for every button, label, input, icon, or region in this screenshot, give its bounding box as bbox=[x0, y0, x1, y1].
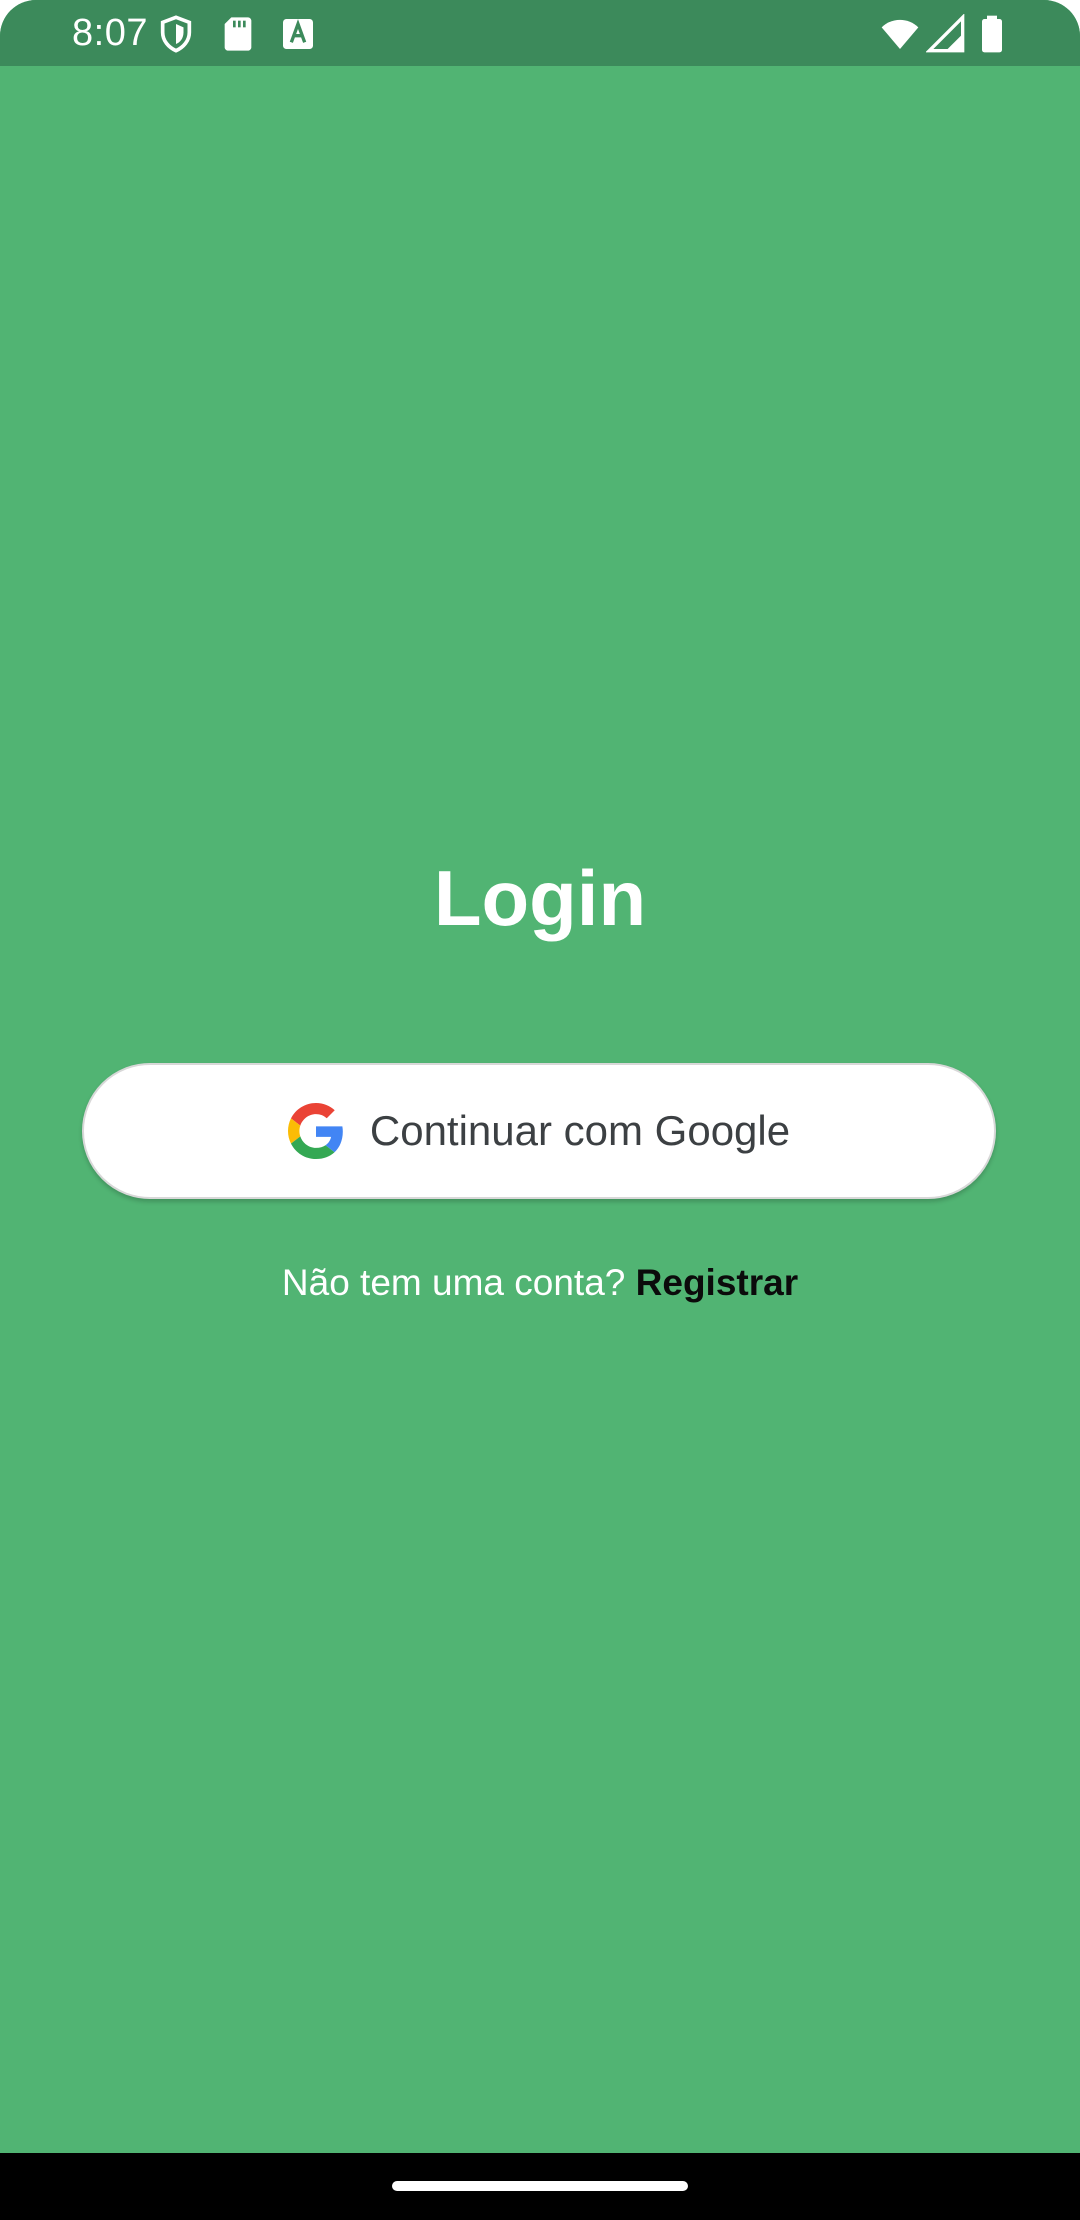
register-link[interactable]: Registrar bbox=[636, 1262, 798, 1303]
wifi-icon bbox=[880, 14, 920, 54]
page-title: Login bbox=[433, 854, 647, 942]
login-screen: 8:07 Login Continuar com Google Não tem … bbox=[0, 0, 1080, 2220]
google-icon bbox=[287, 1103, 343, 1159]
status-time: 8:07 bbox=[72, 12, 148, 54]
signal-icon bbox=[926, 14, 966, 54]
keyboard-a-icon bbox=[278, 14, 318, 54]
sd-card-icon bbox=[218, 14, 258, 54]
google-button-label: Continuar com Google bbox=[369, 1107, 791, 1154]
register-question-text: Não tem uma conta? bbox=[281, 1262, 626, 1303]
status-bar: 8:07 bbox=[0, 0, 1080, 66]
home-gesture-handle[interactable] bbox=[392, 2181, 688, 2191]
navigation-bar bbox=[0, 2153, 1080, 2220]
continue-with-google-button[interactable]: Continuar com Google bbox=[82, 1063, 996, 1199]
battery-icon bbox=[972, 14, 1012, 54]
register-prompt: Não tem uma conta? Registrar bbox=[0, 1258, 1080, 1308]
shield-icon bbox=[156, 14, 196, 54]
